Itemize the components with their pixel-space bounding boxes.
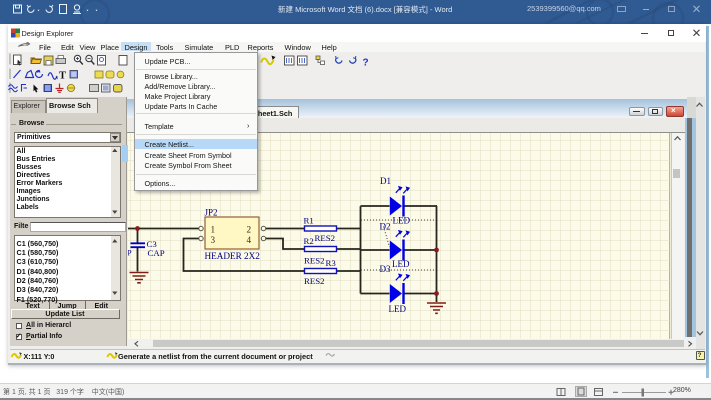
svg-text:R3: R3	[326, 258, 337, 268]
svg-text:2: 2	[247, 225, 252, 235]
svg-text:D1: D1	[380, 176, 391, 186]
svg-text:LED: LED	[393, 215, 411, 225]
svg-text:?: ?	[363, 58, 369, 69]
svg-text:R2: R2	[304, 236, 314, 246]
svg-text:RES2: RES2	[315, 233, 336, 243]
svg-text:R1: R1	[304, 216, 314, 226]
svg-text:LED: LED	[392, 259, 410, 269]
svg-text:RES2: RES2	[304, 255, 325, 265]
svg-text:3: 3	[211, 235, 216, 245]
svg-text:4: 4	[247, 235, 252, 245]
svg-text:D3: D3	[380, 264, 391, 274]
svg-text:CAP: CAP	[148, 248, 165, 258]
svg-text:D2: D2	[380, 221, 391, 231]
svg-text:LED: LED	[389, 304, 407, 314]
svg-text:1: 1	[211, 225, 216, 235]
svg-text:HEADER 2X2: HEADER 2X2	[205, 251, 261, 261]
svg-text:P: P	[127, 248, 132, 258]
svg-text:T: T	[59, 71, 66, 82]
svg-text:JP2: JP2	[205, 208, 218, 218]
svg-text:RES2: RES2	[304, 276, 325, 286]
